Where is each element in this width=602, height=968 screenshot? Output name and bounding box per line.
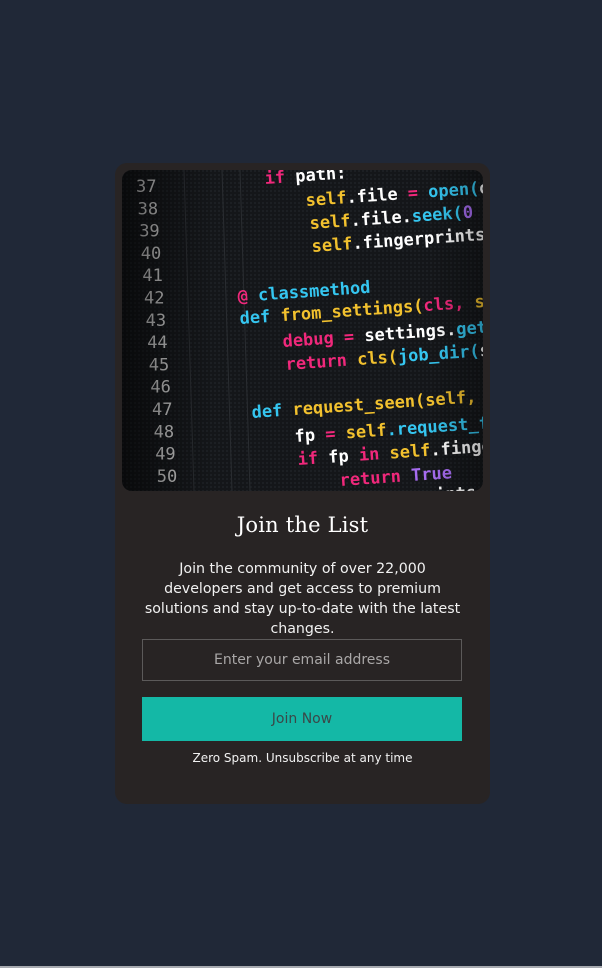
page-title: Join the List [236, 513, 369, 537]
newsletter-card: 3738394041424344454647484950 if path:sel… [115, 163, 490, 804]
signup-description: Join the community of over 22,000 develo… [144, 561, 461, 637]
join-now-button[interactable]: Join Now [142, 697, 462, 741]
email-field[interactable] [142, 639, 462, 681]
hero-image: 3738394041424344454647484950 if path:sel… [122, 170, 483, 491]
spam-note: Zero Spam. Unsubscribe at any time [192, 751, 413, 765]
